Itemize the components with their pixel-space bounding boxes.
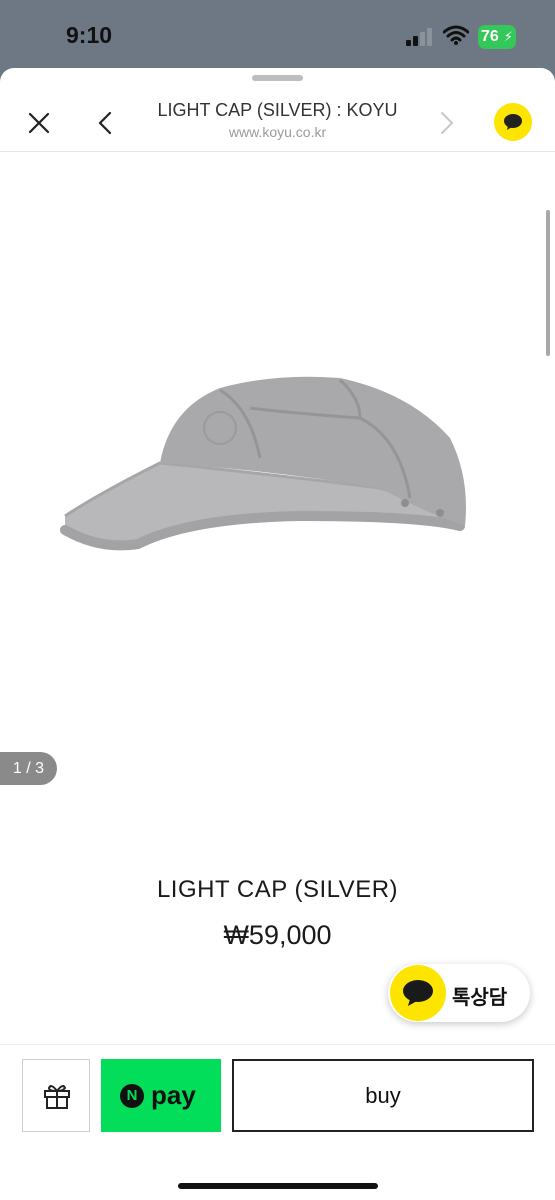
chevron-left-icon[interactable]	[92, 108, 120, 138]
kakao-chat-icon[interactable]	[494, 103, 532, 141]
chevron-right-icon[interactable]	[432, 108, 460, 138]
battery-level: 76	[481, 28, 499, 45]
close-icon[interactable]	[24, 108, 54, 138]
product-image[interactable]	[60, 298, 480, 558]
naver-pay-logo-icon: N	[120, 1084, 144, 1108]
home-indicator	[178, 1183, 378, 1189]
kakao-talk-icon	[390, 965, 446, 1021]
cellular-signal-icon	[406, 28, 432, 46]
page-url: www.koyu.co.kr	[228, 124, 327, 140]
image-counter: 1 / 3	[0, 752, 57, 785]
wifi-icon	[443, 25, 469, 45]
gift-icon	[44, 1085, 70, 1109]
charging-bolt-icon: ⚡	[503, 29, 513, 44]
page-title: LIGHT CAP (SILVER) : KOYU	[157, 100, 398, 120]
naver-pay-button[interactable]: N pay	[101, 1059, 221, 1132]
talk-consultation-button[interactable]: 톡상담	[388, 964, 530, 1022]
purchase-bar: N pay buy	[0, 1044, 555, 1200]
battery-charging-icon: 76 ⚡	[478, 25, 516, 49]
gift-button[interactable]	[22, 1059, 90, 1132]
sheet-grabber[interactable]	[252, 75, 303, 81]
scroll-indicator	[546, 210, 550, 356]
browser-nav-bar: LIGHT CAP (SILVER) : KOYU www.koyu.co.kr	[0, 88, 555, 152]
naver-pay-label: pay	[151, 1080, 196, 1110]
status-time: 9:10	[66, 22, 113, 48]
talk-consultation-label: 톡상담	[452, 987, 508, 1009]
product-name: LIGHT CAP (SILVER)	[156, 876, 399, 903]
product-price: ₩59,000	[223, 920, 332, 950]
status-bar: 9:10 76 ⚡	[0, 0, 555, 68]
browser-sheet: LIGHT CAP (SILVER) : KOYU www.koyu.co.kr…	[0, 68, 555, 1200]
buy-button[interactable]: buy	[232, 1059, 534, 1132]
